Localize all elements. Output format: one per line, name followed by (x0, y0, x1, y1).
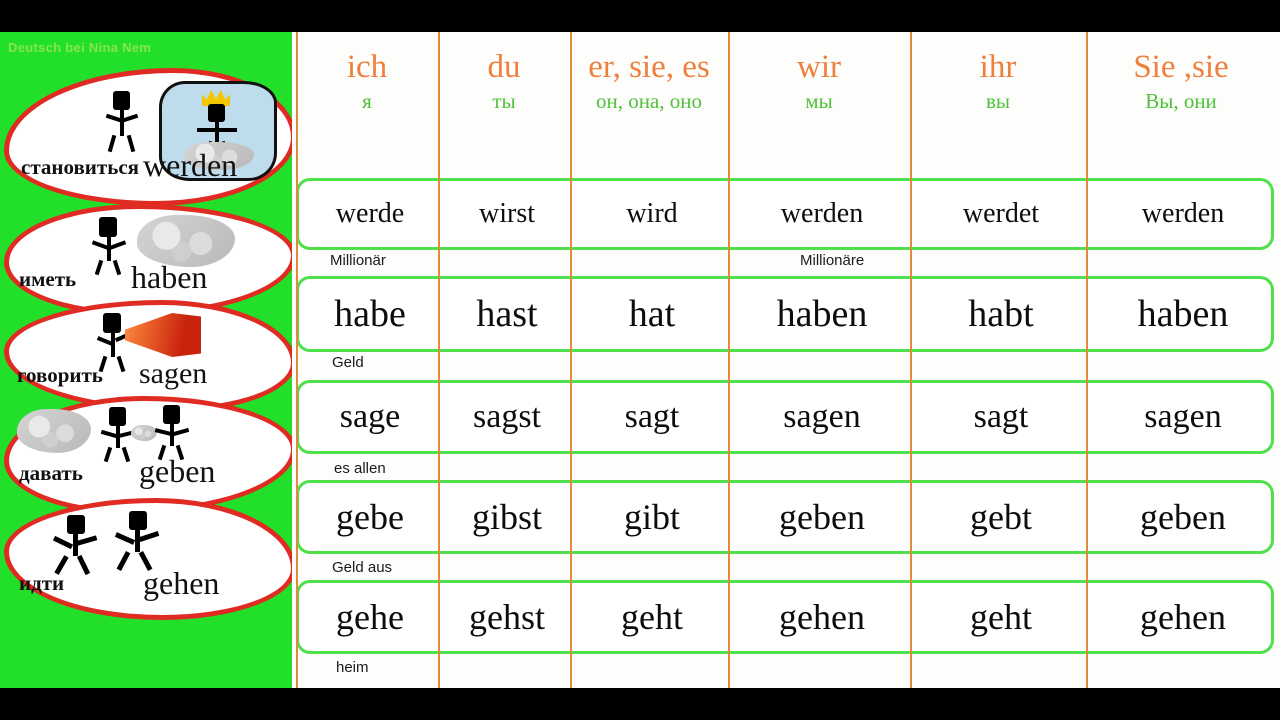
row-note: Geld (332, 354, 364, 371)
conjugation-cell: habe (334, 293, 406, 335)
verb-illustration-sidebar: Deutsch bei Nina Nem становиться werden … (0, 32, 292, 688)
conjugation-cell: geht (621, 597, 683, 637)
conjugation-cell: werdet (962, 198, 1040, 229)
table-row: werde wirst wird werden werdet werden (296, 178, 1274, 250)
conjugation-cell: gebt (970, 497, 1032, 537)
pronoun-label: er, sie, es (588, 49, 710, 85)
pronoun-russian-label: он, она, оно (595, 88, 703, 113)
column-divider (296, 32, 298, 688)
conjugation-table: ich я du ты er, sie, es он, она, оно wir… (292, 32, 1280, 688)
row-note: es allen (334, 460, 386, 477)
verb-german-label: sagen (139, 357, 208, 390)
conjugation-cell: sagt (624, 398, 680, 435)
row-note: heim (336, 659, 369, 676)
verb-russian-label: давать (19, 461, 83, 485)
header-column-er-sie-es: er, sie, es он, она, оно (570, 32, 728, 178)
conjugation-cell: sagt (973, 398, 1029, 435)
stick-figure-icon (101, 91, 141, 153)
column-divider (1086, 32, 1088, 688)
table-row: gehe gehst geht gehen geht gehen (296, 580, 1274, 654)
header-column-ich: ich я (296, 32, 438, 178)
conjugation-cell: gehst (469, 597, 545, 637)
walking-stick-figure-icon (51, 515, 99, 577)
verb-russian-label: иметь (19, 267, 77, 291)
verb-german-label: gehen (143, 565, 220, 601)
header-column-wir: wir мы (728, 32, 910, 178)
conjugation-cell: gibt (623, 497, 680, 537)
verb-german-label: geben (139, 453, 216, 489)
watermark-text: Deutsch bei Nina Nem (8, 40, 152, 55)
conjugation-cell: gehe (336, 597, 404, 637)
row-note: Millionäre (800, 252, 865, 269)
pronoun-russian-label: вы (985, 88, 1011, 113)
pronoun-russian-label: я (362, 88, 372, 113)
verb-russian-label: становиться (21, 155, 140, 179)
pronoun-label: Sie ,sie (1133, 49, 1229, 85)
conjugation-cell: gebe (336, 497, 404, 537)
screenshot-stage: Deutsch bei Nina Nem становиться werden … (0, 0, 1280, 720)
verb-card-werden: становиться werden (4, 68, 292, 206)
money-icon (17, 409, 91, 453)
column-divider (910, 32, 912, 688)
conjugation-cell: geht (970, 597, 1032, 637)
pronoun-label: du (487, 49, 521, 85)
verb-card-geben: давать geben (4, 396, 292, 514)
conjugation-cell: sagen (1144, 398, 1222, 435)
conjugation-cell: werden (780, 198, 864, 229)
pronoun-label: ich (346, 49, 388, 85)
verb-card-gehen: идти gehen (4, 498, 292, 620)
column-divider (438, 32, 440, 688)
conjugation-cell: geben (779, 497, 865, 537)
pronoun-label: ihr (979, 49, 1017, 85)
conjugation-cell: sagen (783, 398, 861, 435)
conjugation-cell: wirst (479, 198, 535, 229)
verb-russian-label: говорить (17, 363, 103, 387)
conjugation-cell: haben (1137, 293, 1229, 335)
conjugation-cell: werde (335, 198, 405, 229)
walking-stick-figure-icon (113, 511, 161, 573)
letterbox-bottom (0, 688, 1280, 720)
conjugation-cell: hast (476, 293, 538, 335)
table-row: habe hast hat haben habt haben (296, 276, 1274, 352)
pronoun-russian-label: ты (492, 88, 516, 113)
megaphone-icon (125, 313, 201, 357)
conjugation-cell: wird (626, 198, 678, 229)
column-divider (728, 32, 730, 688)
verb-german-label: haben (131, 259, 208, 295)
row-note: Geld aus (332, 559, 393, 576)
header-column-du: du ты (438, 32, 570, 178)
pronoun-label: wir (797, 49, 841, 85)
conjugation-cell: gibst (471, 497, 542, 537)
conjugation-cell: geben (1140, 497, 1226, 537)
table-header-row: ich я du ты er, sie, es он, она, оно wir… (292, 32, 1280, 178)
letterbox-top (0, 0, 1280, 32)
conjugation-cell: sage (339, 398, 401, 435)
column-divider (570, 32, 572, 688)
header-column-sie: Sie ,sie Вы, они (1086, 32, 1276, 178)
conjugation-cell: gehen (779, 597, 865, 637)
conjugation-cell: sagst (473, 398, 541, 435)
conjugation-cell: habt (968, 293, 1034, 335)
pronoun-russian-label: мы (805, 88, 833, 113)
conjugation-cell: gehen (1140, 597, 1226, 637)
conjugation-cell: hat (628, 293, 676, 335)
row-note: Millionär (330, 252, 386, 269)
verb-russian-label: идти (19, 571, 65, 595)
table-row: gebe gibst gibt geben gebt geben (296, 480, 1274, 554)
conjugation-cell: werden (1141, 198, 1225, 229)
table-row: sage sagst sagt sagen sagt sagen (296, 380, 1274, 454)
slide-content: Deutsch bei Nina Nem становиться werden … (0, 32, 1280, 688)
pronoun-russian-label: Вы, они (1145, 88, 1217, 113)
verb-german-label: werden (143, 147, 238, 183)
stick-figure-icon (87, 217, 127, 276)
conjugation-cell: haben (776, 293, 868, 335)
header-column-ihr: ihr вы (910, 32, 1086, 178)
